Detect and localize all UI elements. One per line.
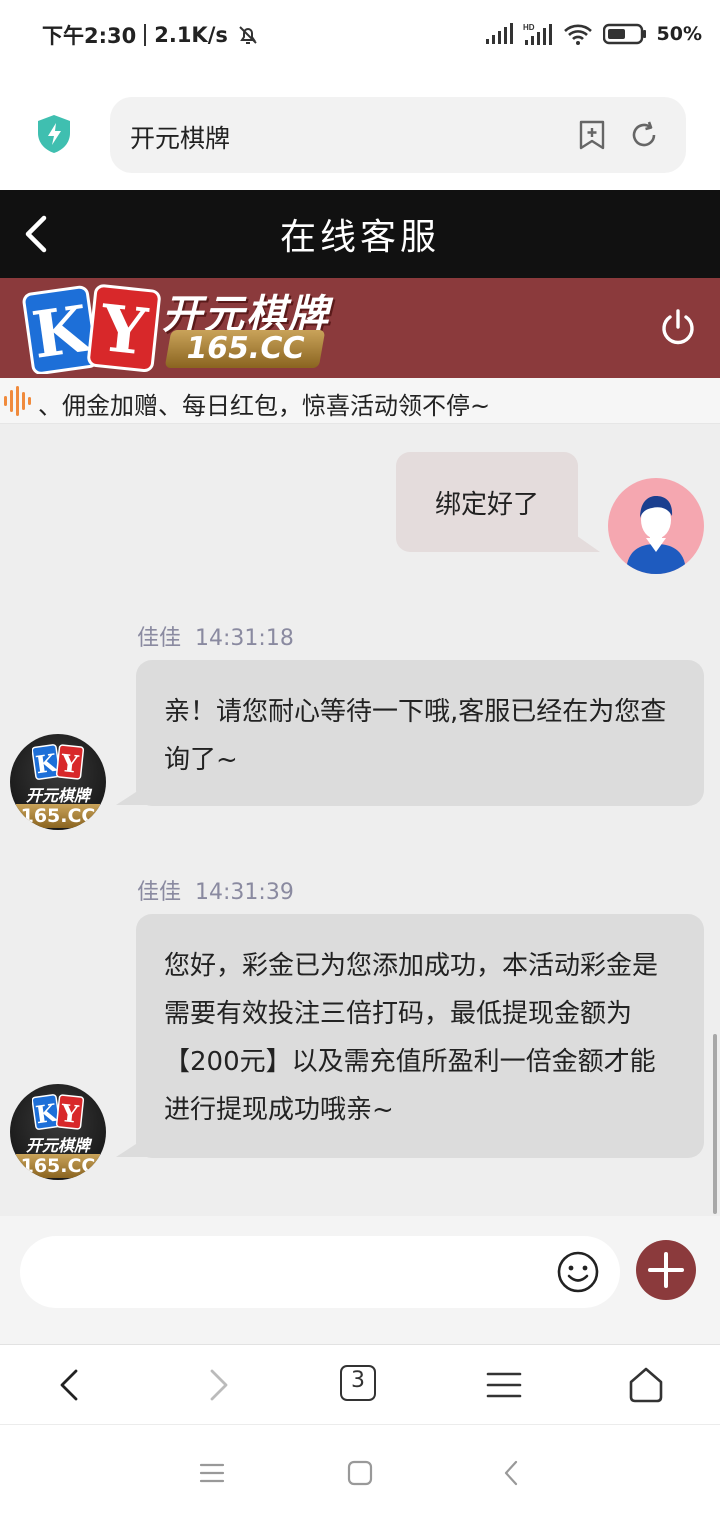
agent-avatar[interactable]: K Y 开元棋牌 165.CC [10,1084,106,1180]
message-text: 亲！请您耐心等待一下哦,客服已经在为您查询了~ [164,697,667,775]
status-left: 下午2:30 2.1K/s [42,20,260,50]
status-divider [144,24,147,46]
status-bar: 下午2:30 2.1K/s HD 50% [0,0,720,70]
browser-address-bar: 开元棋牌 [0,70,720,190]
ky-logo-icon: K Y [32,744,84,780]
status-time: 下午2:30 [42,24,137,48]
agent-avatar-domain: 165.CC [16,1154,100,1178]
message-input-bar [0,1216,720,1344]
agent-avatar-name: 开元棋牌 [25,786,90,805]
announcement-marquee: 、佣金加赠、每日红包，惊喜活动领不停~ [0,378,720,424]
url-title: 开元棋牌 [130,124,231,153]
plus-icon [648,1252,684,1288]
home-icon[interactable] [626,1365,666,1405]
menu-icon[interactable] [484,1365,524,1405]
message-time: 14:31:18 [195,626,294,651]
scrollbar[interactable] [713,1034,717,1214]
wifi-icon [563,24,592,45]
bubble-tail [560,524,600,552]
system-back-icon[interactable] [498,1459,526,1487]
ky-logo-icon: K Y [32,1094,84,1130]
message-time: 14:31:39 [195,880,294,905]
battery-percent: 50% [656,23,702,45]
signal-icon [485,23,513,44]
battery-icon [602,23,646,45]
recents-icon[interactable] [198,1459,226,1487]
brand-banner: K Y 开元棋牌 165.CC [0,278,720,378]
screen: 下午2:30 2.1K/s HD 50% 开元棋牌 在线客服 K Y 开元棋牌 … [0,0,720,1520]
system-navigation-bar [0,1424,720,1520]
network-speed: 2.1K/s [154,23,228,47]
message-input[interactable] [20,1236,620,1308]
agent-avatar-name: 开元棋牌 [25,1136,90,1155]
chat-messages[interactable]: 绑定好了 佳佳 14:31:18 亲！请您耐心等待一下哦,客服已经在为您查询了~… [0,424,720,1216]
message-meta: 佳佳 14:31:39 [137,874,294,906]
bubble-tail [116,1131,156,1157]
brand-logo-text: 开元棋牌 165.CC [162,282,342,374]
sound-wave-icon [4,386,31,416]
smiley-icon[interactable] [556,1250,600,1294]
chat-header: 在线客服 [0,190,720,278]
bell-off-icon [239,26,257,44]
tab-count: 3 [351,1368,365,1393]
home-square-icon[interactable] [346,1459,374,1487]
svg-text:HD: HD [523,23,535,32]
agent-avatar[interactable]: K Y 开元棋牌 165.CC [10,734,106,830]
url-field[interactable]: 开元棋牌 [110,97,686,173]
message-bubble-outgoing[interactable]: 绑定好了 [396,452,578,552]
power-icon[interactable] [658,308,698,348]
add-attachment-button[interactable] [636,1240,696,1300]
shield-icon[interactable] [36,114,72,154]
page-title: 在线客服 [279,217,440,258]
message-text: 您好，彩金已为您添加成功，本活动彩金是需要有效投注三倍打码，最低提现金额为【20… [164,951,659,1125]
brand-domain: 165.CC [164,330,326,368]
hd-signal-icon: HD [523,23,552,45]
message-text: 绑定好了 [434,490,539,520]
ky-logo-icon: K Y [22,284,161,374]
bookmark-add-icon[interactable] [576,119,608,151]
status-right: HD 50% [485,22,702,46]
person-icon [626,496,686,574]
message-bubble-incoming[interactable]: 亲！请您耐心等待一下哦,客服已经在为您查询了~ [136,660,704,806]
marquee-text: 、佣金加赠、每日红包，惊喜活动领不停~ [38,392,491,420]
svg-text:Y: Y [96,291,152,371]
bubble-tail [116,779,156,805]
back-icon[interactable] [50,1365,90,1405]
refresh-icon[interactable] [628,119,660,151]
sender-name: 佳佳 [137,880,182,905]
agent-avatar-domain: 165.CC [16,804,100,828]
user-avatar[interactable] [608,478,704,574]
message-meta: 佳佳 14:31:18 [137,620,294,652]
sender-name: 佳佳 [137,626,182,651]
message-bubble-incoming[interactable]: 您好，彩金已为您添加成功，本活动彩金是需要有效投注三倍打码，最低提现金额为【20… [136,914,704,1158]
tabs-button[interactable]: 3 [340,1365,376,1401]
browser-toolbar: 3 [0,1344,720,1424]
forward-icon[interactable] [198,1365,238,1405]
